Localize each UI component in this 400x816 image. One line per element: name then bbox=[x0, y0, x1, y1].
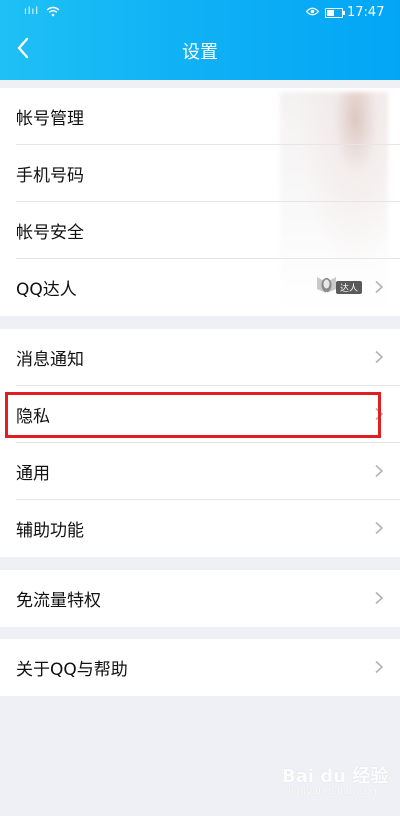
status-time: 17:47 bbox=[347, 5, 385, 20]
settings-item-free-data[interactable]: 免流量特权 bbox=[0, 570, 400, 627]
settings-item-label: 帐号管理 bbox=[16, 109, 84, 129]
top-bar: ılıl 17:47 设置 bbox=[0, 0, 400, 80]
settings-item-account-security[interactable]: 帐号安全 bbox=[0, 202, 400, 259]
settings-item-label: 通用 bbox=[16, 464, 50, 484]
watermark-brand: Bai du 经验 bbox=[282, 766, 389, 787]
chevron-right-icon bbox=[375, 591, 384, 605]
settings-group-data: 免流量特权 bbox=[0, 570, 400, 627]
settings-item-qq-daren[interactable]: QQ达人 达人 bbox=[0, 259, 400, 316]
settings-item-label: QQ达人 bbox=[16, 280, 77, 300]
eye-icon bbox=[306, 7, 319, 16]
settings-item-account-management[interactable]: 帐号管理 bbox=[0, 88, 400, 145]
settings-item-about-help[interactable]: 关于QQ与帮助 bbox=[0, 639, 400, 696]
settings-item-label: 辅助功能 bbox=[16, 521, 84, 541]
signal-icon: ılıl bbox=[24, 6, 40, 17]
settings-item-general[interactable]: 通用 bbox=[0, 443, 400, 500]
watermark-url: jingyan.baidu.com bbox=[288, 786, 381, 797]
settings-group-general: 消息通知 隐私 通用 辅助功能 bbox=[0, 329, 400, 557]
settings-group-account: 帐号管理 手机号码 帐号安全 QQ达人 达人 bbox=[0, 88, 400, 316]
watermark: Bai du 经验 jingyan.baidu.com bbox=[282, 762, 394, 808]
settings-item-label: 手机号码 bbox=[16, 166, 84, 186]
qq-daren-badge-icon: 达人 bbox=[317, 277, 362, 294]
chevron-right-icon bbox=[375, 521, 384, 535]
wifi-icon bbox=[46, 6, 60, 17]
badge-text: 达人 bbox=[340, 282, 358, 294]
chevron-right-icon bbox=[375, 660, 384, 674]
chevron-right-icon bbox=[375, 350, 384, 364]
settings-item-accessibility[interactable]: 辅助功能 bbox=[0, 500, 400, 557]
settings-item-label: 关于QQ与帮助 bbox=[16, 660, 128, 680]
settings-item-label: 消息通知 bbox=[16, 350, 84, 370]
settings-item-notifications[interactable]: 消息通知 bbox=[0, 329, 400, 386]
highlight-box bbox=[5, 392, 381, 438]
settings-item-label: 帐号安全 bbox=[16, 223, 84, 243]
page-title: 设置 bbox=[182, 42, 218, 63]
battery-icon bbox=[325, 8, 345, 18]
settings-item-label: 免流量特权 bbox=[16, 591, 101, 611]
chevron-right-icon bbox=[375, 280, 384, 294]
chevron-right-icon bbox=[375, 464, 384, 478]
settings-group-about: 关于QQ与帮助 bbox=[0, 639, 400, 696]
settings-item-phone-number[interactable]: 手机号码 bbox=[0, 145, 400, 202]
status-bar: ılıl 17:47 bbox=[0, 0, 400, 26]
